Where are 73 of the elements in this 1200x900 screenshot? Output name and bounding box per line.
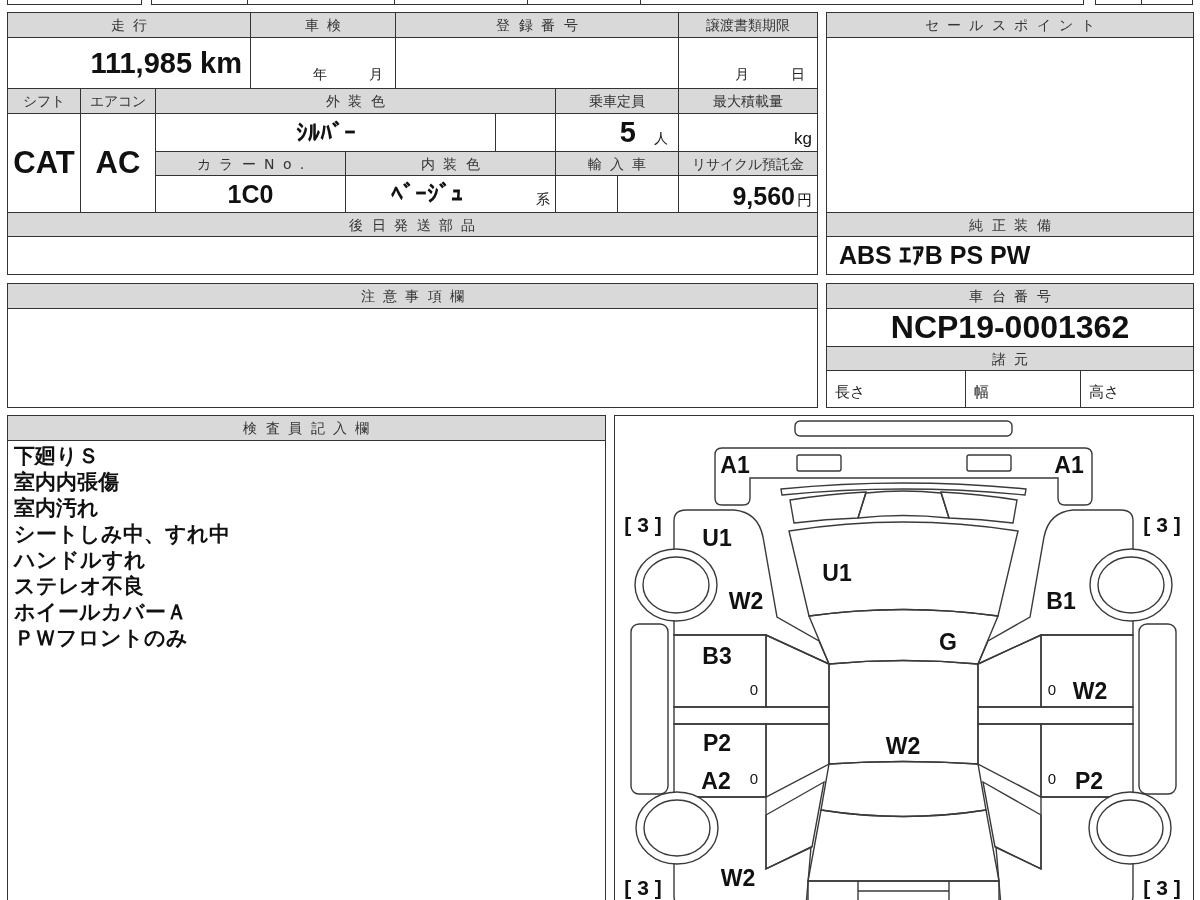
unit-label: 円 xyxy=(797,191,812,210)
column-header: 譲渡書類期限 xyxy=(679,13,817,37)
damage-code: W2 xyxy=(885,733,921,759)
damage-code: W2 xyxy=(720,865,756,891)
column-header: 外装色 xyxy=(156,89,555,113)
note-mark: 0 xyxy=(749,680,759,698)
table-cell: ABS ｴｱB PS PW xyxy=(827,237,1193,274)
tire-rating: [ 3 ] xyxy=(1143,875,1181,899)
damage-code: W2 xyxy=(728,588,764,614)
table-cell: 1C0 xyxy=(156,176,345,212)
table-cell: 幅 xyxy=(966,371,1080,407)
inspection-note: 室内内張傷 xyxy=(14,470,119,494)
damage-code: A1 xyxy=(1054,452,1084,478)
column-header: 登録番号 xyxy=(396,13,678,37)
tire-rating: [ 3 ] xyxy=(1143,512,1181,536)
damage-code: B1 xyxy=(1046,588,1076,614)
field-value: 5 xyxy=(619,116,636,149)
unit-label: 人 xyxy=(654,130,668,148)
damage-code: B3 xyxy=(702,643,732,669)
section-header: 注意事項欄 xyxy=(8,284,817,308)
damage-code: A2 xyxy=(701,768,731,794)
section-header: 諸元 xyxy=(827,347,1193,370)
damage-code: G xyxy=(939,629,957,655)
inspection-note: ステレオ不良 xyxy=(14,574,144,598)
field-value: 9,560 xyxy=(732,182,795,211)
inspection-note: ホイールカバーＡ xyxy=(14,600,187,624)
damage-code: A1 xyxy=(720,452,750,478)
unit-label: 年 xyxy=(313,66,327,84)
inspection-note: 下廻りＳ xyxy=(14,444,99,468)
column-header: 車検 xyxy=(251,13,395,37)
section-header: 車台番号 xyxy=(827,284,1193,308)
table-cell: AC xyxy=(81,114,155,212)
damage-code: P2 xyxy=(1074,768,1104,794)
table-cell: ｼﾙﾊﾞｰ xyxy=(156,114,495,151)
table-cell: NCP19-0001362 xyxy=(827,309,1193,346)
damage-code: U1 xyxy=(822,560,852,586)
field-value: ﾍﾞｰｼﾞｭ xyxy=(391,180,463,208)
inspection-note: 室内汚れ xyxy=(14,496,99,520)
unit-label: 月 xyxy=(369,66,383,84)
table-cell: 111,985 km xyxy=(8,38,250,88)
unit-label: 月 xyxy=(735,66,749,84)
column-header: 走行 xyxy=(8,13,250,37)
note-mark: 0 xyxy=(1047,769,1057,787)
bumper-lamp xyxy=(796,454,842,472)
damage-code: P2 xyxy=(702,730,732,756)
column-header: リサイクル預託金 xyxy=(679,152,817,175)
damage-code: W2 xyxy=(1072,678,1108,704)
unit-label: 系 xyxy=(536,191,550,209)
table-cell: kg xyxy=(679,114,817,151)
column-header: 最大積載量 xyxy=(679,89,817,113)
note-mark: 0 xyxy=(1047,680,1057,698)
column-header: 輸入車 xyxy=(556,152,678,175)
inspection-note: シートしみ中、すれ中 xyxy=(14,522,230,546)
table-cell: 長さ xyxy=(827,371,965,407)
unit-label: 日 xyxy=(791,66,805,84)
note-mark: 0 xyxy=(749,769,759,787)
damage-code: U1 xyxy=(702,525,732,551)
tire-rating: [ 3 ] xyxy=(624,512,662,536)
inspection-note: ハンドルすれ xyxy=(14,548,146,572)
bumper-lamp xyxy=(966,454,1012,472)
section-header: セールスポイント xyxy=(827,13,1193,37)
table-cell: CAT xyxy=(8,114,80,212)
column-header: カラーNo. xyxy=(156,152,345,175)
tire-rating: [ 3 ] xyxy=(624,875,662,899)
column-header: シフト xyxy=(8,89,80,113)
table-cell: 高さ xyxy=(1081,371,1193,407)
column-header: 後日発送部品 xyxy=(8,213,817,236)
section-header: 検査員記入欄 xyxy=(8,416,605,440)
column-header: 乗車定員 xyxy=(556,89,678,113)
column-header: 内装色 xyxy=(346,152,555,175)
inspection-note: ＰＷフロントのみ xyxy=(14,626,188,650)
column-header: エアコン xyxy=(81,89,155,113)
section-header: 純正装備 xyxy=(827,213,1193,236)
